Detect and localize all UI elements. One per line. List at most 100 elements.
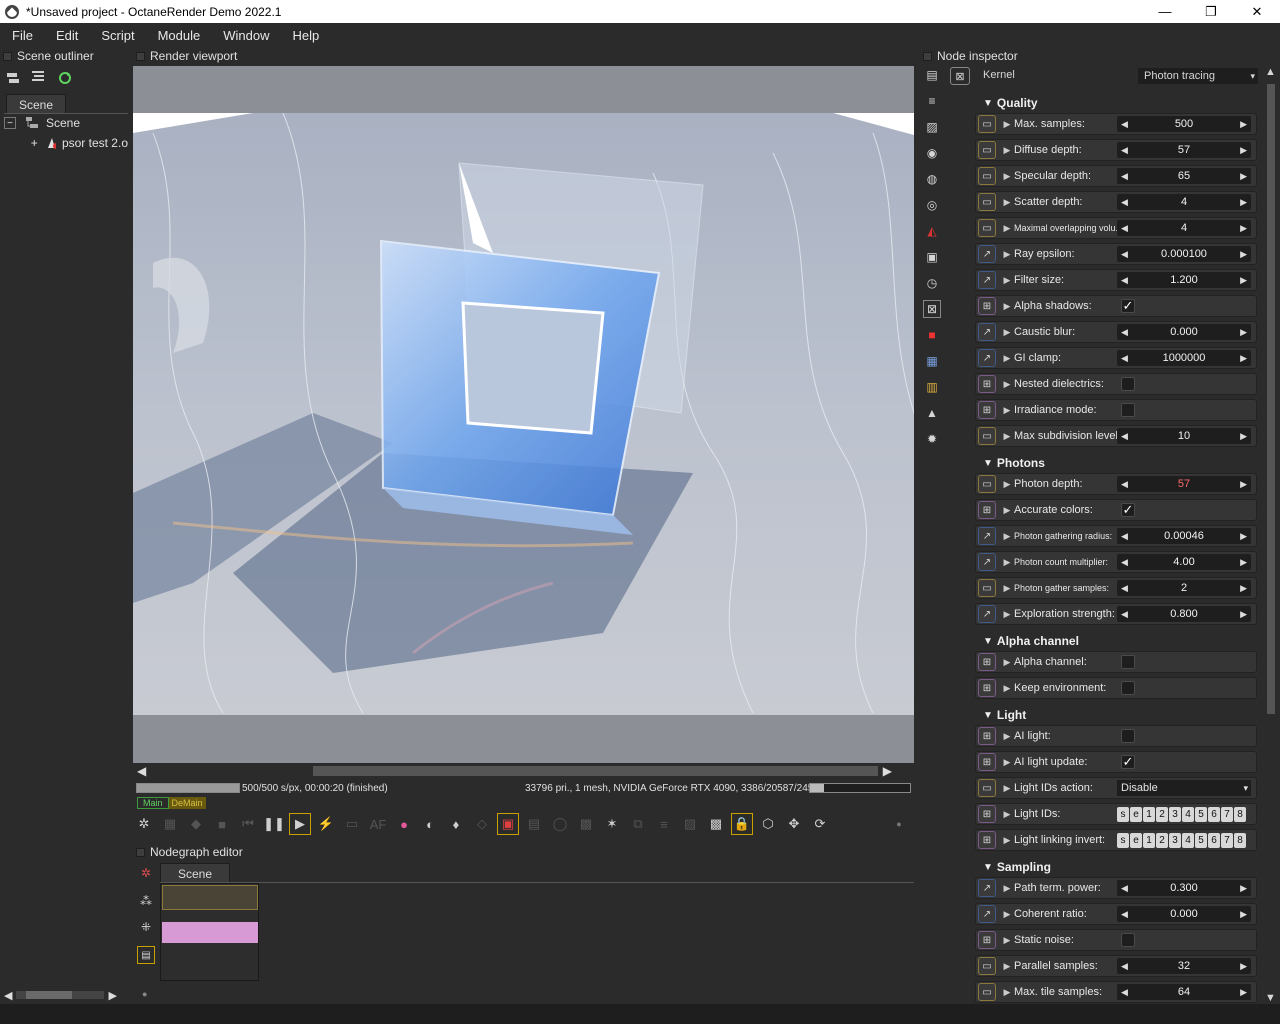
adjust-icon[interactable]: ♦ (445, 813, 467, 835)
param-value[interactable]: 4 (1117, 222, 1251, 234)
expand-arrow-icon[interactable]: ▶ (1000, 171, 1014, 182)
expand-arrow-icon[interactable]: ▶ (1000, 583, 1014, 594)
light-id-toggle[interactable]: 7 (1221, 806, 1233, 822)
expand-arrow-icon[interactable]: ▶ (1000, 379, 1014, 390)
camera-icon[interactable]: ◉ (923, 144, 941, 162)
environment-icon[interactable]: ◍ (923, 170, 941, 188)
tree-expander[interactable]: + (30, 136, 39, 150)
param-checkbox[interactable] (1121, 729, 1135, 743)
collapse-triangle-icon[interactable]: ▼ (983, 710, 993, 721)
param-value[interactable]: 57 (1117, 144, 1251, 156)
pin-icon[interactable]: ↗ (978, 605, 996, 623)
node-preview-icon[interactable]: ▤ (137, 946, 155, 964)
render-layer-icon[interactable]: ■ (923, 326, 941, 344)
lightning-icon[interactable]: ⚡ (315, 813, 337, 835)
light-id-toggle[interactable]: s (1117, 832, 1129, 848)
param-checkbox[interactable] (1121, 933, 1135, 947)
expand-arrow-icon[interactable]: ▶ (1000, 505, 1014, 516)
pin-icon[interactable]: ↗ (978, 879, 996, 897)
pin-icon[interactable]: ▭ (978, 475, 996, 493)
expand-arrow-icon[interactable]: ▶ (1000, 249, 1014, 260)
panel-toggle-icon[interactable] (923, 51, 932, 61)
param-slider[interactable]: ◀ 0.000 ▶ (1117, 906, 1251, 922)
pin-icon[interactable]: ▭ (978, 983, 996, 1001)
expand-arrow-icon[interactable]: ▶ (1000, 479, 1014, 490)
param-checkbox[interactable] (1121, 403, 1135, 417)
param-value[interactable]: 500 (1117, 118, 1251, 130)
lock-icon[interactable]: 🔒 (731, 813, 753, 835)
pin-icon[interactable]: ↗ (978, 323, 996, 341)
material-icon[interactable]: ◭ (923, 222, 941, 240)
panel-toggle-icon[interactable] (136, 51, 145, 61)
list-icon[interactable] (29, 67, 47, 85)
param-slider[interactable]: ◀ 10 ▶ (1117, 428, 1251, 444)
menu-window[interactable]: Window (211, 28, 280, 43)
panel-toggle-icon[interactable] (3, 51, 12, 61)
scroll-right-icon[interactable]: ▶ (883, 764, 892, 778)
expand-arrow-icon[interactable]: ▶ (1000, 731, 1014, 742)
pin-icon[interactable]: ⊞ (978, 805, 996, 823)
play-icon[interactable]: ▶ (289, 813, 311, 835)
scroll-left-icon[interactable]: ◀ (4, 989, 12, 1002)
light-id-toggle[interactable]: e (1130, 832, 1142, 848)
pin-icon[interactable]: ⊞ (978, 653, 996, 671)
expand-arrow-icon[interactable]: ▶ (1000, 683, 1014, 694)
pin-icon[interactable]: ↗ (978, 271, 996, 289)
layers-icon[interactable]: ▤ (923, 66, 941, 84)
copy-icon[interactable]: ⧉ (627, 813, 649, 835)
pin-icon[interactable]: ▭ (978, 141, 996, 159)
expand-arrow-icon[interactable]: ▶ (1000, 301, 1014, 312)
pin-icon[interactable]: ⊞ (978, 401, 996, 419)
param-value[interactable]: 0.800 (1117, 608, 1251, 620)
picker-icon[interactable]: ◇ (471, 813, 493, 835)
param-slider[interactable]: ◀ 0.800 ▶ (1117, 606, 1251, 622)
decal-icon[interactable]: ✶ (601, 813, 623, 835)
param-slider[interactable]: ◀ 57 ▶ (1117, 142, 1251, 158)
grid-icon[interactable]: ▦ (159, 813, 181, 835)
postprocess-icon[interactable]: ▥ (923, 378, 941, 396)
collapse-triangle-icon[interactable]: ▼ (983, 636, 993, 647)
light-id-toggle[interactable]: 1 (1143, 806, 1155, 822)
close-button[interactable]: ✕ (1234, 0, 1280, 23)
param-slider[interactable]: ◀ 4 ▶ (1117, 220, 1251, 236)
pin-icon[interactable]: ▭ (978, 579, 996, 597)
restart-icon[interactable]: ⏮ (237, 813, 259, 835)
param-slider[interactable]: ◀ 500 ▶ (1117, 116, 1251, 132)
expand-arrow-icon[interactable]: ▶ (1000, 609, 1014, 620)
param-dropdown[interactable]: Disable ▾ (1117, 780, 1251, 796)
refresh-icon[interactable] (56, 69, 74, 87)
section-header[interactable]: ▼ Sampling (983, 859, 1051, 875)
light-id-toggle[interactable]: s (1117, 806, 1129, 822)
param-value[interactable]: 0.000 (1117, 326, 1251, 338)
param-slider[interactable]: ◀ 32 ▶ (1117, 958, 1251, 974)
film-icon[interactable]: ▤ (523, 813, 545, 835)
expand-arrow-icon[interactable]: ▶ (1000, 883, 1014, 894)
param-value[interactable]: 57 (1117, 478, 1251, 490)
param-value[interactable]: 65 (1117, 170, 1251, 182)
light-id-toggle[interactable]: 1 (1143, 832, 1155, 848)
nodegraph-settings-icon[interactable]: ✲ (137, 864, 155, 882)
light-id-toggle[interactable]: 3 (1169, 806, 1181, 822)
expand-arrow-icon[interactable]: ▶ (1000, 835, 1014, 846)
pin-icon[interactable]: ↗ (978, 527, 996, 545)
expand-arrow-icon[interactable]: ▶ (1000, 119, 1014, 130)
expand-arrow-icon[interactable]: ▶ (1000, 657, 1014, 668)
expand-arrow-icon[interactable]: ▶ (1000, 987, 1014, 998)
pin-icon[interactable]: ▭ (978, 219, 996, 237)
expand-arrow-icon[interactable]: ▶ (1000, 353, 1014, 364)
clay-icon[interactable]: ◯ (549, 813, 571, 835)
pin-icon[interactable]: ⊞ (978, 753, 996, 771)
layers-icon[interactable]: ≡ (653, 813, 675, 835)
picture-icon[interactable]: ▲ (923, 404, 941, 422)
light-id-toggle[interactable]: 5 (1195, 832, 1207, 848)
render-image[interactable] (133, 113, 914, 715)
region-icon[interactable]: ▣ (497, 813, 519, 835)
layers-icon[interactable] (4, 69, 22, 87)
add-node-icon[interactable]: ⁂ (137, 892, 155, 910)
subsample-icon[interactable]: ▩ (575, 813, 597, 835)
param-slider[interactable]: ◀ 57 ▶ (1117, 476, 1251, 492)
menu-module[interactable]: Module (146, 28, 212, 43)
param-value[interactable]: 32 (1117, 960, 1251, 972)
light-id-toggle[interactable]: 2 (1156, 806, 1168, 822)
pin-icon[interactable]: ▭ (978, 115, 996, 133)
